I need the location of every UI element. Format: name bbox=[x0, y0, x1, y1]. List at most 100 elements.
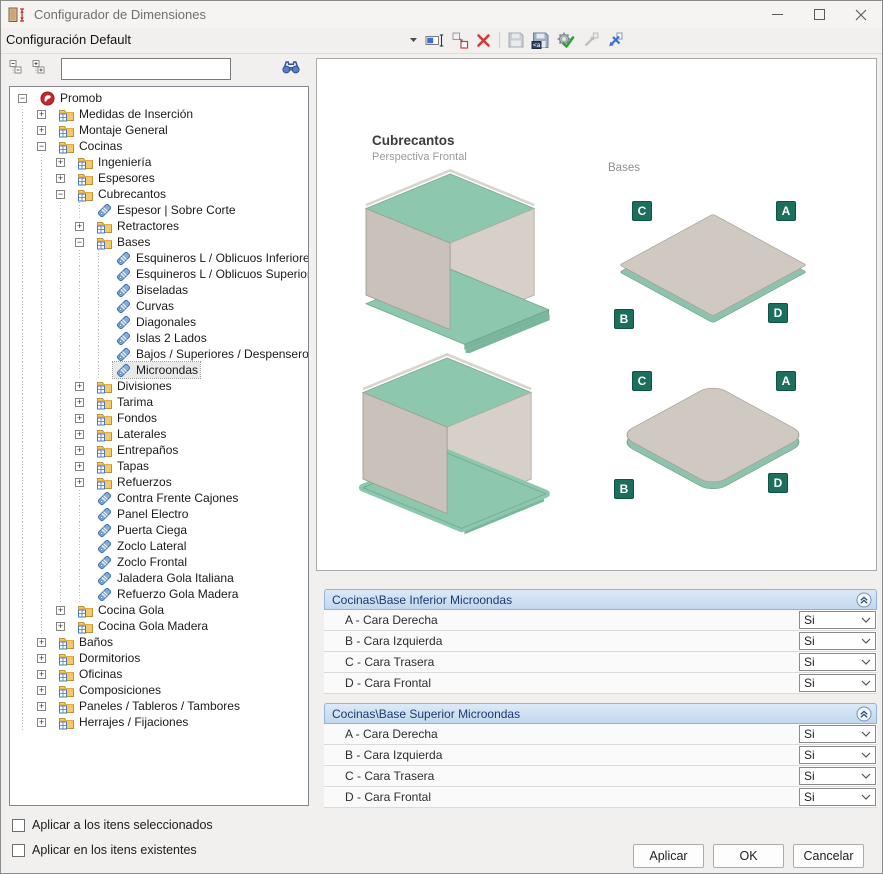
tree-item[interactable]: +Tarima bbox=[10, 394, 308, 410]
tree-item[interactable]: +Tapas bbox=[10, 458, 308, 474]
tree-expander[interactable]: + bbox=[37, 698, 56, 714]
tree-item[interactable]: +Montaje General bbox=[10, 122, 308, 138]
tree-expander[interactable]: + bbox=[75, 474, 94, 490]
configuration-dropdown-arrow-icon[interactable] bbox=[409, 31, 418, 49]
apply-existing-items-checkbox-row[interactable]: Aplicar en los itens existentes bbox=[12, 843, 197, 857]
value-dropdown[interactable]: Si bbox=[799, 788, 876, 806]
tree-item[interactable]: Microondas bbox=[10, 362, 308, 378]
tree-expander[interactable]: + bbox=[56, 170, 75, 186]
tree-item[interactable]: +Retractores bbox=[10, 218, 308, 234]
tree-expander[interactable]: − bbox=[75, 234, 94, 250]
tree-expander[interactable]: + bbox=[75, 458, 94, 474]
tree-expander[interactable]: − bbox=[18, 90, 37, 106]
tree-search-input[interactable] bbox=[61, 58, 231, 80]
tree-expander[interactable]: + bbox=[37, 634, 56, 650]
tree-expander[interactable]: − bbox=[56, 186, 75, 202]
checkbox-icon[interactable] bbox=[12, 819, 25, 832]
save-icon[interactable] bbox=[508, 31, 524, 49]
tree-item[interactable]: −Cubrecantos bbox=[10, 186, 308, 202]
tree-item[interactable]: Zoclo Frontal bbox=[10, 554, 308, 570]
tree-expander[interactable]: + bbox=[37, 106, 56, 122]
value-dropdown[interactable]: Si bbox=[799, 767, 876, 785]
property-group-header[interactable]: Cocinas\Base Superior Microondas bbox=[324, 703, 877, 724]
tree-expander[interactable]: + bbox=[37, 650, 56, 666]
tree-item[interactable]: Biseladas bbox=[10, 282, 308, 298]
tree-item[interactable]: +Cocina Gola bbox=[10, 602, 308, 618]
tree-item[interactable]: +Espesores bbox=[10, 170, 308, 186]
tree-item[interactable]: Curvas bbox=[10, 298, 308, 314]
tree-expander[interactable]: + bbox=[37, 666, 56, 682]
tree-expander[interactable]: + bbox=[75, 426, 94, 442]
tree-item[interactable]: Esquineros L / Oblicuos Inferiores bbox=[10, 250, 308, 266]
tree-item[interactable]: Jaladera Gola Italiana bbox=[10, 570, 308, 586]
tree-item[interactable]: +Laterales bbox=[10, 426, 308, 442]
tree-item[interactable]: Puerta Ciega bbox=[10, 522, 308, 538]
tree-item[interactable]: +Divisiones bbox=[10, 378, 308, 394]
tree-expander[interactable]: + bbox=[56, 618, 75, 634]
tree-item[interactable]: +Composiciones bbox=[10, 682, 308, 698]
delete-configuration-icon[interactable] bbox=[476, 31, 491, 49]
save-as-icon[interactable]: <a bbox=[531, 31, 549, 49]
value-dropdown[interactable]: Si bbox=[799, 653, 876, 671]
tree-item[interactable]: Islas 2 Lados bbox=[10, 330, 308, 346]
tree-item[interactable]: Contra Frente Cajones bbox=[10, 490, 308, 506]
import-configuration-icon[interactable] bbox=[606, 31, 623, 49]
tree-item[interactable]: +Oficinas bbox=[10, 666, 308, 682]
tree-item[interactable]: +Refuerzos bbox=[10, 474, 308, 490]
tree-expander[interactable]: + bbox=[75, 394, 94, 410]
close-button[interactable] bbox=[840, 1, 882, 28]
tree-item[interactable]: Refuerzo Gola Madera bbox=[10, 586, 308, 602]
expand-all-icon[interactable] bbox=[32, 59, 47, 79]
tree-item[interactable]: +Paneles / Tableros / Tambores bbox=[10, 698, 308, 714]
ok-button[interactable]: OK bbox=[713, 844, 784, 868]
value-dropdown[interactable]: Si bbox=[799, 674, 876, 692]
maximize-button[interactable] bbox=[798, 1, 840, 28]
tree-guide bbox=[37, 490, 56, 506]
tree-expander[interactable]: + bbox=[75, 442, 94, 458]
collapse-chevron-icon[interactable] bbox=[856, 706, 872, 722]
aplicar-button[interactable]: Aplicar bbox=[633, 844, 704, 868]
collapse-chevron-icon[interactable] bbox=[856, 592, 872, 608]
apply-selected-items-checkbox-row[interactable]: Aplicar a los itens seleccionados bbox=[12, 818, 213, 832]
tree-item[interactable]: Bajos / Superiores / Despenseros bbox=[10, 346, 308, 362]
tree-item[interactable]: −Promob bbox=[10, 90, 308, 106]
value-dropdown[interactable]: Si bbox=[799, 611, 876, 629]
apply-configuration-icon[interactable] bbox=[556, 31, 575, 49]
duplicate-configuration-icon[interactable] bbox=[452, 31, 469, 49]
rename-configuration-icon[interactable] bbox=[425, 31, 445, 49]
tree-item[interactable]: Espesor | Sobre Corte bbox=[10, 202, 308, 218]
tree-item[interactable]: +Medidas de Inserción bbox=[10, 106, 308, 122]
checkbox-icon[interactable] bbox=[12, 844, 25, 857]
export-configuration-icon[interactable] bbox=[582, 31, 599, 49]
tree-expander[interactable]: + bbox=[75, 218, 94, 234]
tree-item[interactable]: +Entrepaños bbox=[10, 442, 308, 458]
tree-item[interactable]: +Herrajes / Fijaciones bbox=[10, 714, 308, 730]
tree-item[interactable]: Panel Electro bbox=[10, 506, 308, 522]
tree-item[interactable]: +Fondos bbox=[10, 410, 308, 426]
minimize-button[interactable] bbox=[756, 1, 798, 28]
tree-expander[interactable]: + bbox=[75, 378, 94, 394]
tree-expander[interactable]: + bbox=[37, 714, 56, 730]
collapse-all-icon[interactable] bbox=[9, 59, 24, 79]
tree-expander[interactable]: + bbox=[37, 122, 56, 138]
tree-item[interactable]: +Ingeniería bbox=[10, 154, 308, 170]
tree-expander[interactable]: + bbox=[56, 602, 75, 618]
tree-expander[interactable]: + bbox=[75, 410, 94, 426]
cancelar-button[interactable]: Cancelar bbox=[793, 844, 864, 868]
tree-expander[interactable]: + bbox=[56, 154, 75, 170]
tree-expander[interactable]: − bbox=[37, 138, 56, 154]
property-group-header[interactable]: Cocinas\Base Inferior Microondas bbox=[324, 589, 877, 610]
tree-expander[interactable]: + bbox=[37, 682, 56, 698]
tree-item[interactable]: +Dormitorios bbox=[10, 650, 308, 666]
tree-item[interactable]: Diagonales bbox=[10, 314, 308, 330]
value-dropdown[interactable]: Si bbox=[799, 632, 876, 650]
tree-item[interactable]: −Cocinas bbox=[10, 138, 308, 154]
tree-item[interactable]: Esquineros L / Oblicuos Superiores bbox=[10, 266, 308, 282]
value-dropdown[interactable]: Si bbox=[799, 725, 876, 743]
tree-item[interactable]: −Bases bbox=[10, 234, 308, 250]
tree-item[interactable]: +Baños bbox=[10, 634, 308, 650]
tree-item[interactable]: Zoclo Lateral bbox=[10, 538, 308, 554]
tree-item[interactable]: +Cocina Gola Madera bbox=[10, 618, 308, 634]
value-dropdown[interactable]: Si bbox=[799, 746, 876, 764]
search-binoculars-icon[interactable] bbox=[281, 59, 301, 79]
